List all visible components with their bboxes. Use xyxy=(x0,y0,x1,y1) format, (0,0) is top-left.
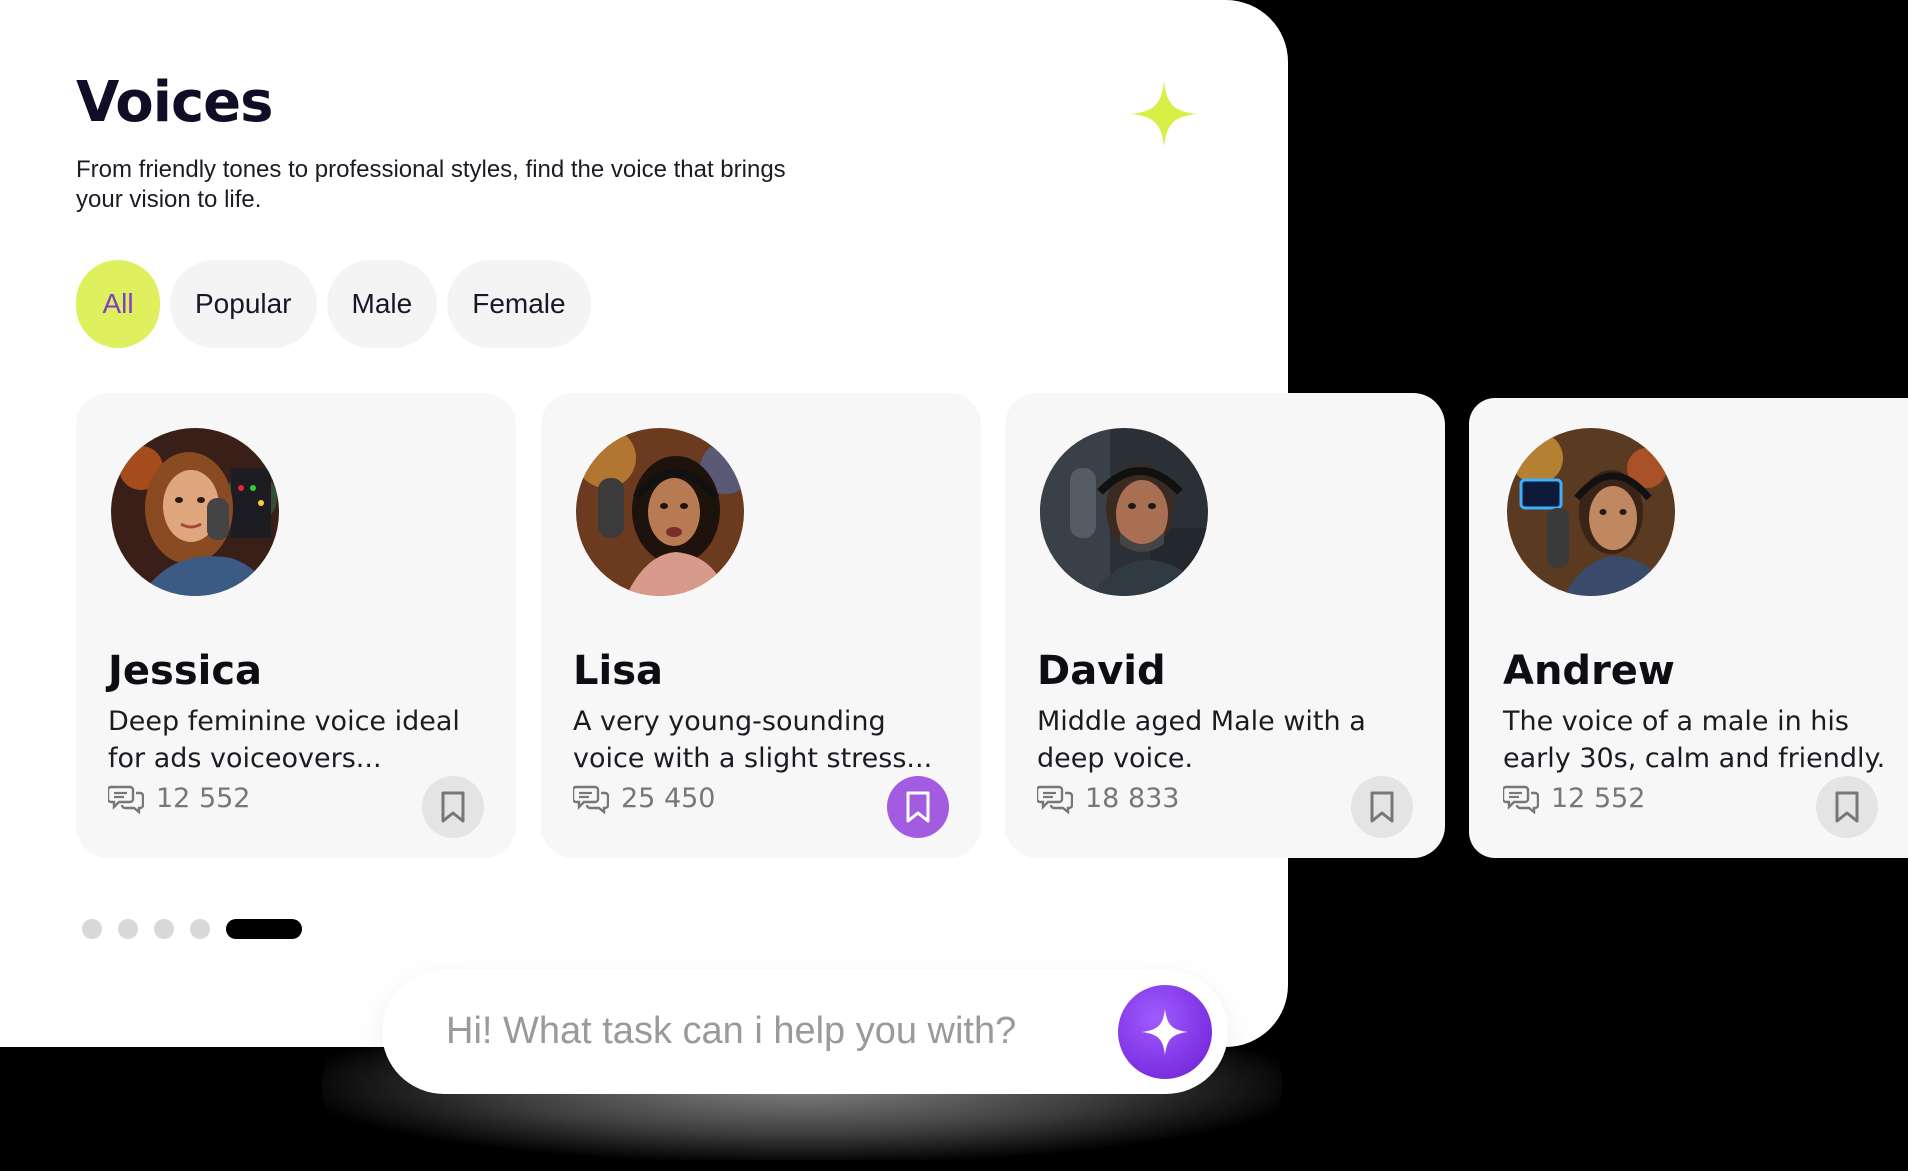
sparkle-icon xyxy=(1130,80,1198,148)
avatar-lisa xyxy=(576,428,744,596)
page-subtitle: From friendly tones to professional styl… xyxy=(76,156,786,213)
pagination-dot[interactable] xyxy=(154,919,174,939)
avatar-jessica xyxy=(111,428,279,596)
chat-input[interactable] xyxy=(444,1000,1078,1062)
voice-usage: 12 552 xyxy=(1503,783,1645,814)
stage: Voices From friendly tones to profession… xyxy=(0,0,1908,1171)
voice-usage: 18 833 xyxy=(1037,783,1179,814)
bookmark-button[interactable] xyxy=(1816,776,1878,838)
voice-usage: 25 450 xyxy=(573,783,715,814)
voice-name: Lisa xyxy=(573,648,663,694)
filter-chip-all[interactable]: All xyxy=(76,260,160,348)
voice-description: The voice of a male in his early 30s, ca… xyxy=(1503,706,1886,774)
chat-bubbles-icon xyxy=(1037,785,1073,814)
chat-bar xyxy=(382,970,1228,1094)
pagination-dot[interactable] xyxy=(190,919,210,939)
avatar-david xyxy=(1040,428,1208,596)
avatar-andrew xyxy=(1507,428,1675,596)
chat-bubbles-icon xyxy=(108,785,144,814)
chat-send-button[interactable] xyxy=(1118,985,1212,1079)
voice-name: Jessica xyxy=(108,648,263,694)
bookmark-button-saved[interactable] xyxy=(887,776,949,838)
voice-description: A very young-sounding voice with a sligh… xyxy=(573,706,933,774)
usage-count: 12 552 xyxy=(1551,783,1646,814)
voice-usage: 12 552 xyxy=(108,783,250,814)
bookmark-icon xyxy=(1835,791,1859,823)
filter-chips: All Popular Male Female xyxy=(76,260,591,348)
filter-chip-female[interactable]: Female xyxy=(447,260,591,348)
voice-card-lisa[interactable]: Lisa A very young-sounding voice with a … xyxy=(541,393,981,858)
page-title: Voices xyxy=(76,70,273,135)
bookmark-button[interactable] xyxy=(422,776,484,838)
bookmark-icon xyxy=(441,791,465,823)
usage-count: 12 552 xyxy=(156,783,251,814)
pagination-dot[interactable] xyxy=(118,919,138,939)
pagination-dot-active[interactable] xyxy=(226,919,302,939)
voice-card-andrew[interactable]: Andrew The voice of a male in his early … xyxy=(1469,398,1908,858)
voice-card-jessica[interactable]: Jessica Deep feminine voice ideal for ad… xyxy=(76,393,516,858)
sparkle-icon xyxy=(1142,1009,1188,1055)
bookmark-icon xyxy=(1370,791,1394,823)
filter-chip-popular[interactable]: Popular xyxy=(170,260,317,348)
filter-chip-male[interactable]: Male xyxy=(326,260,438,348)
usage-count: 18 833 xyxy=(1085,783,1180,814)
voice-description: Deep feminine voice ideal for ads voiceo… xyxy=(108,706,460,774)
voice-name: Andrew xyxy=(1503,648,1675,694)
chat-bubbles-icon xyxy=(573,785,609,814)
voice-card-david[interactable]: David Middle aged Male with a deep voice… xyxy=(1005,393,1445,858)
usage-count: 25 450 xyxy=(621,783,716,814)
pagination-dot[interactable] xyxy=(82,919,102,939)
bookmark-button[interactable] xyxy=(1351,776,1413,838)
voice-name: David xyxy=(1037,648,1166,694)
carousel-pagination xyxy=(82,919,302,939)
chat-bubbles-icon xyxy=(1503,785,1539,814)
voice-description: Middle aged Male with a deep voice. xyxy=(1037,706,1366,774)
bookmark-icon xyxy=(906,791,930,823)
